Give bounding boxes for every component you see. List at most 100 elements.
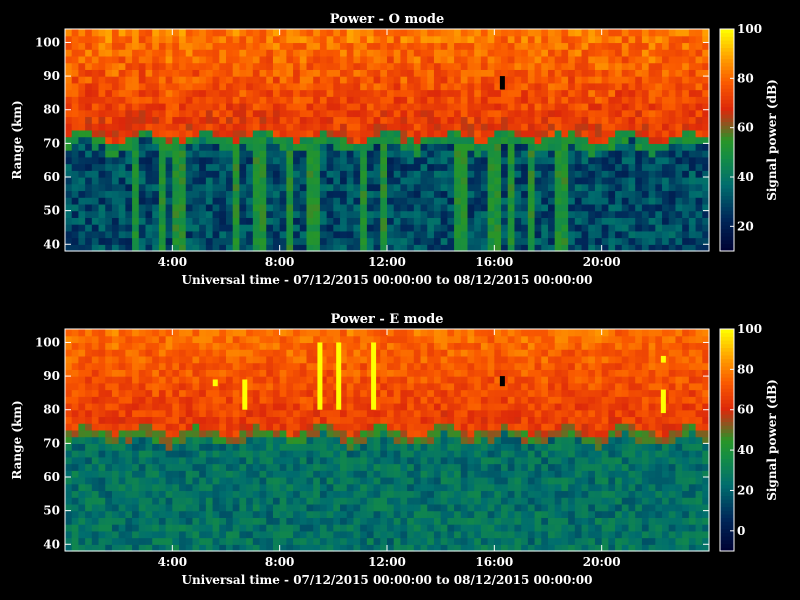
heatmap-cell [648, 230, 656, 239]
heatmap-cell [594, 224, 603, 232]
heatmap-cell [293, 490, 301, 498]
heatmap-cell [232, 89, 241, 97]
heatmap-cell [393, 170, 402, 178]
heatmap-cell [286, 103, 294, 111]
heatmap-cell [340, 477, 348, 485]
heatmap-cell [158, 190, 167, 198]
heatmap-cell [387, 76, 395, 84]
heatmap-cell [561, 183, 569, 192]
heatmap-cell [366, 423, 375, 431]
heatmap-cell [568, 82, 576, 91]
heatmap-cell [118, 237, 126, 245]
heatmap-cell [427, 82, 435, 91]
heatmap-cell [272, 530, 281, 539]
heatmap-cell [333, 123, 341, 131]
heatmap-cell [179, 62, 187, 70]
heatmap-cell [78, 143, 86, 151]
heatmap-cell [608, 62, 616, 70]
heatmap-cell [514, 116, 522, 124]
heatmap-cell [71, 49, 80, 57]
heatmap-cell [313, 490, 321, 498]
heatmap-cell [272, 342, 281, 350]
heatmap-cell [226, 203, 234, 212]
heatmap-cell [608, 35, 616, 44]
heatmap-cell [165, 537, 173, 545]
heatmap-cell [71, 537, 80, 545]
heatmap-cell [71, 429, 80, 438]
heatmap-cell [239, 76, 247, 84]
heatmap-cell [427, 129, 435, 138]
heatmap-cell [65, 524, 73, 532]
heatmap-cell [65, 416, 73, 424]
heatmap-cell [333, 203, 341, 212]
heatmap-cell [480, 156, 489, 165]
heatmap-cell [668, 156, 677, 165]
heatmap-cell [413, 190, 422, 198]
heatmap-cell [467, 203, 475, 212]
heatmap-cell [447, 35, 455, 44]
heatmap-cell [138, 156, 147, 165]
heatmap-cell [340, 35, 348, 44]
heatmap-cell [259, 143, 267, 151]
heatmap-cell [299, 217, 308, 225]
heatmap-cell [319, 129, 328, 138]
heatmap-cell [393, 355, 402, 364]
y-tick-label: 70 [43, 136, 60, 150]
heatmap-cell [132, 443, 140, 451]
heatmap-cell [286, 49, 294, 57]
heatmap-cell [326, 203, 334, 212]
colorbar-segment [720, 80, 734, 85]
heatmap-cell [172, 62, 180, 70]
heatmap-cell [319, 82, 328, 91]
heatmap-cell [366, 530, 375, 539]
heatmap-cell [105, 237, 113, 245]
heatmap-cell [333, 170, 341, 178]
heatmap-cell [615, 170, 623, 178]
heatmap-cell [393, 150, 402, 158]
heatmap-cell [554, 116, 563, 124]
heatmap-cell [380, 103, 388, 111]
heatmap-cell [266, 69, 274, 77]
heatmap-cell [454, 123, 462, 131]
heatmap-cell [65, 389, 73, 397]
heatmap-cell [85, 237, 93, 245]
heatmap-cell [212, 136, 220, 144]
heatmap-cell [239, 62, 247, 70]
heatmap-cell [179, 369, 187, 377]
heatmap-cell [668, 210, 677, 218]
heatmap-cell [407, 170, 415, 178]
heatmap-cell [259, 197, 267, 205]
heatmap-cell [467, 55, 475, 64]
heatmap-cell [246, 69, 254, 77]
heatmap-cell [226, 89, 234, 97]
heatmap-cell [78, 362, 86, 370]
heatmap-cell [132, 530, 140, 539]
heatmap-cell [118, 76, 126, 84]
heatmap-cell [192, 477, 200, 485]
heatmap-cell [373, 510, 381, 518]
figure: Power - O mode4:00 8:00 12:00 16:00 20:00Uni… [10, 12, 779, 587]
heatmap-cell [293, 423, 301, 431]
heatmap-cell [71, 62, 80, 70]
heatmap-cell [688, 150, 697, 158]
heatmap-cell [319, 510, 328, 518]
heatmap-cell [346, 342, 355, 350]
heatmap-cell [226, 123, 234, 131]
heatmap-cell [272, 503, 281, 512]
heatmap-cell [588, 82, 596, 91]
heatmap-cell [199, 477, 207, 485]
heatmap-cell [554, 183, 563, 192]
heatmap-cell [460, 150, 469, 158]
heatmap-cell [326, 129, 334, 138]
heatmap-cell [286, 29, 294, 37]
heatmap-cell [615, 35, 623, 44]
heatmap-cell [534, 183, 542, 192]
heatmap-cell [91, 369, 100, 377]
heatmap-cell [407, 156, 415, 165]
heatmap-cell [514, 109, 522, 118]
heatmap-cell [158, 355, 167, 364]
heatmap-cell [353, 224, 361, 232]
heatmap-cell [534, 190, 542, 198]
heatmap-cell [467, 143, 475, 151]
heatmap-cell [319, 116, 328, 124]
